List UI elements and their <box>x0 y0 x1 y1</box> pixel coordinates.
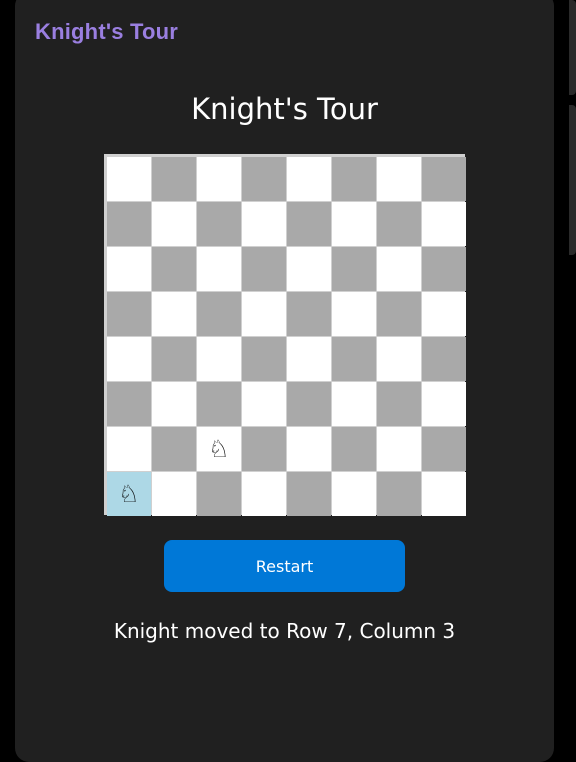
board-square-r7-c2[interactable] <box>152 427 196 471</box>
board-square-r2-c6[interactable] <box>332 202 376 246</box>
board-square-r8-c2[interactable] <box>152 472 196 516</box>
board-square-r7-c7[interactable] <box>377 427 421 471</box>
board-square-r7-c8[interactable] <box>422 427 466 471</box>
board-square-r4-c6[interactable] <box>332 292 376 336</box>
board-square-r6-c6[interactable] <box>332 382 376 426</box>
board-square-r2-c4[interactable] <box>242 202 286 246</box>
board-square-r5-c8[interactable] <box>422 337 466 381</box>
board-square-r3-c4[interactable] <box>242 247 286 291</box>
board-square-r3-c8[interactable] <box>422 247 466 291</box>
board-square-r7-c1[interactable] <box>107 427 151 471</box>
board-square-r1-c6[interactable] <box>332 157 376 201</box>
board-square-r1-c2[interactable] <box>152 157 196 201</box>
board-square-r4-c3[interactable] <box>197 292 241 336</box>
board-square-r8-c6[interactable] <box>332 472 376 516</box>
chess-board: ♘ ♘ <box>104 154 466 516</box>
board-square-r2-c5[interactable] <box>287 202 331 246</box>
board-square-r1-c4[interactable] <box>242 157 286 201</box>
board-square-r4-c8[interactable] <box>422 292 466 336</box>
board-square-r7-c5[interactable] <box>287 427 331 471</box>
board-square-r8-c4[interactable] <box>242 472 286 516</box>
board-square-r4-c1[interactable] <box>107 292 151 336</box>
board-square-r2-c3[interactable] <box>197 202 241 246</box>
board-square-r7-c4[interactable] <box>242 427 286 471</box>
board-square-r1-c5[interactable] <box>287 157 331 201</box>
board-square-r5-c3[interactable] <box>197 337 241 381</box>
board-square-r3-c5[interactable] <box>287 247 331 291</box>
board-square-r3-c6[interactable] <box>332 247 376 291</box>
board-square-r6-c5[interactable] <box>287 382 331 426</box>
board-square-r6-c2[interactable] <box>152 382 196 426</box>
board-square-r4-c2[interactable] <box>152 292 196 336</box>
board-square-r1-c1[interactable] <box>107 157 151 201</box>
board-square-r8-c7[interactable] <box>377 472 421 516</box>
knight-icon: ♘ <box>207 434 230 463</box>
app-bar-title: Knight's Tour <box>35 19 179 44</box>
status-message: Knight moved to Row 7, Column 3 <box>113 619 456 643</box>
board-square-r3-c1[interactable] <box>107 247 151 291</box>
board-square-r5-c2[interactable] <box>152 337 196 381</box>
board-square-r1-c3[interactable] <box>197 157 241 201</box>
board-square-r6-c1[interactable] <box>107 382 151 426</box>
board-square-r3-c7[interactable] <box>377 247 421 291</box>
board-square-r8-c8[interactable] <box>422 472 466 516</box>
board-square-r1-c7[interactable] <box>377 157 421 201</box>
board-square-r2-c2[interactable] <box>152 202 196 246</box>
board-square-r6-c4[interactable] <box>242 382 286 426</box>
board-square-r5-c4[interactable] <box>242 337 286 381</box>
board-square-r5-c7[interactable] <box>377 337 421 381</box>
board-square-r5-c6[interactable] <box>332 337 376 381</box>
board-square-r4-c5[interactable] <box>287 292 331 336</box>
board-square-r2-c7[interactable] <box>377 202 421 246</box>
board-square-r8-c3[interactable] <box>197 472 241 516</box>
device-volume-button <box>569 105 576 255</box>
page-title: Knight's Tour <box>191 92 378 126</box>
board-square-r5-c1[interactable] <box>107 337 151 381</box>
board-square-r6-c8[interactable] <box>422 382 466 426</box>
knight-icon: ♘ <box>117 479 140 508</box>
board-square-r3-c3[interactable] <box>197 247 241 291</box>
board-square-r8-c5[interactable] <box>287 472 331 516</box>
board-square-r6-c7[interactable] <box>377 382 421 426</box>
board-square-r2-c1[interactable] <box>107 202 151 246</box>
board-square-r8-c1[interactable]: ♘ <box>107 472 151 516</box>
restart-button[interactable]: Restart <box>164 540 405 592</box>
device-side-button <box>569 0 576 95</box>
board-square-r7-c6[interactable] <box>332 427 376 471</box>
board-square-r2-c8[interactable] <box>422 202 466 246</box>
board-square-r7-c3[interactable]: ♘ <box>197 427 241 471</box>
board-square-r3-c2[interactable] <box>152 247 196 291</box>
board-square-r4-c4[interactable] <box>242 292 286 336</box>
board-square-r5-c5[interactable] <box>287 337 331 381</box>
board-square-r6-c3[interactable] <box>197 382 241 426</box>
board-square-r4-c7[interactable] <box>377 292 421 336</box>
board-square-r1-c8[interactable] <box>422 157 466 201</box>
